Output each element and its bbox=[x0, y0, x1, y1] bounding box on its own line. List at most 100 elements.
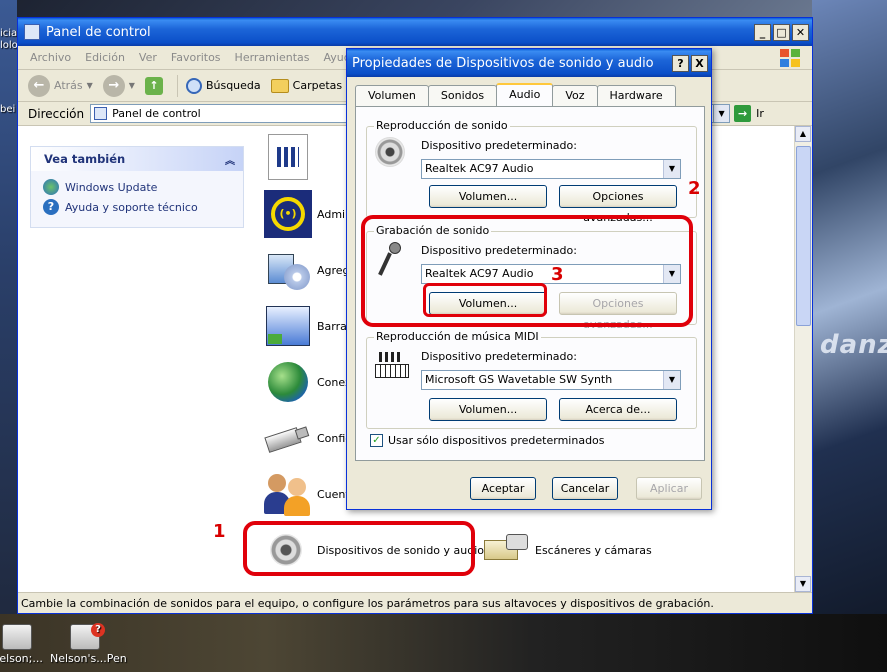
windows-update-icon bbox=[43, 179, 59, 195]
desktop-icon-label: Nelson;... bbox=[0, 652, 43, 665]
desktop-left-label: bei bbox=[0, 104, 16, 115]
desktop-icon-label: Nelson's...Pen bbox=[50, 652, 127, 665]
playback-device-label: Dispositivo predeterminado: bbox=[421, 139, 577, 152]
menu-herramientas[interactable]: Herramientas bbox=[235, 51, 310, 64]
tab-hardware[interactable]: Hardware bbox=[596, 85, 676, 106]
midi-volume-button[interactable]: Volumen... bbox=[429, 398, 547, 421]
chevron-down-icon: ▼ bbox=[86, 81, 93, 90]
playback-group: Reproducción de sonido Dispositivo prede… bbox=[366, 119, 697, 224]
windows-logo-icon bbox=[778, 48, 802, 68]
control-panel-icon bbox=[24, 24, 40, 40]
help-support-link[interactable]: ? Ayuda y soporte técnico bbox=[31, 197, 243, 217]
close-button[interactable]: ✕ bbox=[792, 23, 809, 41]
speaker-icon bbox=[375, 137, 411, 173]
chevron-down-icon: ▼ bbox=[128, 81, 135, 90]
help-icon: ? bbox=[43, 199, 59, 215]
desktop-bottom bbox=[0, 614, 887, 672]
back-label: Atrás bbox=[54, 79, 83, 92]
folders-label: Carpetas bbox=[292, 79, 343, 92]
tab-volumen[interactable]: Volumen bbox=[355, 85, 429, 106]
item-label[interactable]: Agreg bbox=[317, 264, 350, 277]
window-titlebar[interactable]: Panel de control _ □ ✕ bbox=[18, 18, 812, 46]
dialog-titlebar[interactable]: Propiedades de Dispositivos de sonido y … bbox=[347, 49, 711, 77]
folders-button[interactable]: Carpetas bbox=[270, 78, 343, 93]
item-label[interactable]: Barra bbox=[317, 320, 347, 333]
scroll-thumb[interactable] bbox=[796, 146, 811, 326]
collapse-chevron-icon[interactable]: ︽ bbox=[225, 152, 235, 167]
address-value: Panel de control bbox=[112, 107, 201, 120]
menu-edicion[interactable]: Edición bbox=[85, 51, 125, 64]
forward-button[interactable]: → ▼ bbox=[102, 74, 135, 97]
see-also-title: Vea también bbox=[44, 152, 126, 166]
help-badge-icon: ? bbox=[91, 623, 105, 637]
annotation-number-1: 1 bbox=[213, 521, 226, 542]
search-button[interactable]: Búsqueda bbox=[185, 77, 261, 94]
go-button[interactable]: → Ir bbox=[734, 105, 764, 122]
maximize-button[interactable]: □ bbox=[773, 23, 790, 41]
tab-audio[interactable]: Audio bbox=[496, 83, 554, 106]
scanners-label[interactable]: Escáneres y cámaras bbox=[535, 544, 652, 557]
desktop-left-label: icia bbox=[0, 28, 18, 39]
minimize-button[interactable]: _ bbox=[754, 23, 771, 41]
apply-button: Aplicar bbox=[636, 477, 702, 500]
tab-sonidos[interactable]: Sonidos bbox=[427, 85, 498, 106]
desktop-icon[interactable]: Nelson;... bbox=[0, 624, 52, 665]
chevron-down-icon[interactable]: ▼ bbox=[663, 160, 680, 178]
playback-advanced-button[interactable]: Opciones avanzadas... bbox=[559, 185, 677, 224]
up-folder-icon[interactable]: ↑ bbox=[144, 76, 163, 95]
document-icon: ? bbox=[70, 623, 105, 650]
help-button[interactable]: ? bbox=[672, 54, 689, 72]
help-support-label: Ayuda y soporte técnico bbox=[65, 200, 198, 214]
usb-device-icon[interactable] bbox=[264, 414, 312, 462]
go-arrow-icon: → bbox=[734, 105, 752, 122]
scroll-down-icon[interactable]: ▼ bbox=[795, 576, 811, 592]
default-devices-label: Usar sólo dispositivos predeterminados bbox=[388, 434, 605, 447]
checkbox-checked-icon[interactable]: ✓ bbox=[370, 434, 383, 447]
midi-device-label: Dispositivo predeterminado: bbox=[421, 350, 577, 363]
scanner-camera-icon[interactable] bbox=[482, 526, 530, 574]
highlight-box-1 bbox=[243, 521, 475, 576]
status-text: Cambie la combinación de sonidos para el… bbox=[21, 596, 714, 610]
drive-icon bbox=[2, 624, 32, 650]
chevron-down-icon[interactable]: ▼ bbox=[663, 371, 680, 389]
menu-archivo[interactable]: Archivo bbox=[30, 51, 71, 64]
document-icon[interactable] bbox=[268, 134, 308, 180]
default-devices-checkbox[interactable]: ✓ Usar sólo dispositivos predeterminados bbox=[370, 434, 605, 447]
midi-device-select[interactable]: Microsoft GS Wavetable SW Synth ▼ bbox=[421, 370, 681, 390]
control-panel-icon bbox=[94, 107, 108, 120]
dialog-close-button[interactable]: X bbox=[691, 54, 708, 72]
item-label[interactable]: Cuent bbox=[317, 488, 350, 501]
scroll-up-icon[interactable]: ▲ bbox=[795, 126, 811, 142]
highlight-box-3 bbox=[423, 283, 547, 317]
search-icon bbox=[185, 77, 202, 94]
cancel-button[interactable]: Cancelar bbox=[552, 477, 618, 500]
windows-update-label: Windows Update bbox=[65, 180, 158, 194]
folder-icon bbox=[270, 78, 289, 93]
back-button[interactable]: ← Atrás ▼ bbox=[28, 74, 93, 97]
network-globe-icon[interactable] bbox=[264, 358, 312, 406]
ok-button[interactable]: Aceptar bbox=[470, 477, 536, 500]
search-label: Búsqueda bbox=[205, 79, 261, 92]
midi-about-button[interactable]: Acerca de... bbox=[559, 398, 677, 421]
vertical-scrollbar[interactable]: ▲ ▼ bbox=[794, 126, 811, 592]
user-accounts-icon[interactable] bbox=[264, 470, 312, 518]
go-label: Ir bbox=[756, 107, 764, 120]
accessibility-icon[interactable]: (•) bbox=[264, 190, 312, 238]
taskbar-icon[interactable] bbox=[264, 302, 312, 350]
windows-update-link[interactable]: Windows Update bbox=[31, 177, 243, 197]
address-label: Dirección bbox=[28, 106, 85, 121]
menu-favoritos[interactable]: Favoritos bbox=[171, 51, 221, 64]
wallpaper-text: danza bbox=[820, 330, 887, 360]
playback-legend: Reproducción de sonido bbox=[374, 119, 510, 132]
menu-ver[interactable]: Ver bbox=[139, 51, 157, 64]
desktop-left-strip: icia lolo bei bbox=[0, 0, 18, 672]
playback-volume-button[interactable]: Volumen... bbox=[429, 185, 547, 208]
desktop-icon[interactable]: ? Nelson's...Pen bbox=[50, 623, 127, 665]
back-arrow-icon: ← bbox=[28, 74, 50, 97]
see-also-header[interactable]: Vea también ︽ bbox=[31, 147, 243, 171]
status-bar: Cambie la combinación de sonidos para el… bbox=[18, 592, 812, 613]
playback-device-select[interactable]: Realtek AC97 Audio ▼ bbox=[421, 159, 681, 179]
add-programs-icon[interactable] bbox=[264, 246, 312, 294]
tab-voz[interactable]: Voz bbox=[552, 85, 598, 106]
address-dropdown-icon[interactable]: ▼ bbox=[713, 105, 730, 122]
